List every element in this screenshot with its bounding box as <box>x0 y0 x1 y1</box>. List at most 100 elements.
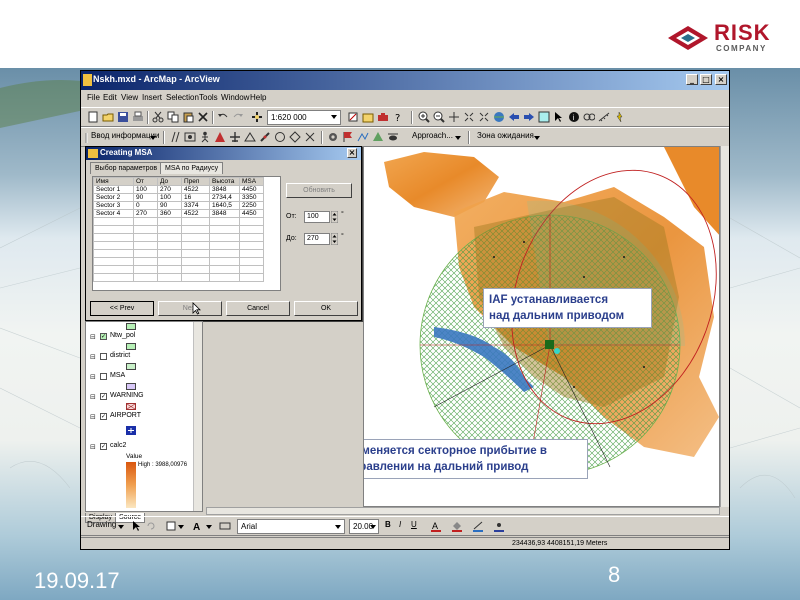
cut-icon[interactable] <box>152 111 164 123</box>
minimize-button[interactable]: _ <box>686 74 698 85</box>
maximize-button[interactable]: □ <box>700 74 712 85</box>
toc-layer-ntw-pol[interactable]: ⊟ ✓ Ntw_pol <box>86 332 198 342</box>
table-row[interactable]: Sector 2 90 100 16 2734,4 3350 <box>93 193 264 202</box>
chevron-down-icon[interactable] <box>177 523 185 531</box>
map-vertical-scrollbar[interactable] <box>720 146 729 507</box>
route-tool-icon[interactable] <box>357 131 369 143</box>
redo-icon[interactable] <box>232 111 244 123</box>
collapse-icon[interactable]: ⊟ <box>90 353 96 361</box>
approach-menu[interactable]: Approach... <box>412 131 453 140</box>
column-header-msa[interactable]: MSA <box>239 177 264 186</box>
column-header-obstacle[interactable]: Преп <box>181 177 210 186</box>
column-header-name[interactable]: Имя <box>93 177 134 186</box>
runway-tool-icon[interactable] <box>259 131 271 143</box>
select-elements-icon[interactable] <box>131 520 143 532</box>
paste-icon[interactable] <box>182 111 194 123</box>
toc-layer-district[interactable]: ⊟ district <box>86 352 198 362</box>
menu-window[interactable]: Window <box>221 93 249 102</box>
flag-tool-icon[interactable] <box>342 131 354 143</box>
rotate-icon[interactable] <box>145 520 157 532</box>
delete-icon[interactable] <box>197 111 209 123</box>
chevron-down-icon[interactable] <box>117 523 125 531</box>
back-extent-icon[interactable] <box>508 111 520 123</box>
open-icon[interactable] <box>102 111 114 123</box>
chevron-down-icon[interactable] <box>454 134 462 142</box>
table-row[interactable]: Sector 1 100 270 4522 3848 4450 <box>93 185 264 194</box>
forward-extent-icon[interactable] <box>523 111 535 123</box>
column-header-to[interactable]: До <box>157 177 182 186</box>
layer-checkbox[interactable]: ✓ <box>100 393 107 400</box>
tab-msa-by-radius[interactable]: MSA по Радиусу <box>160 162 224 174</box>
full-extent-icon[interactable] <box>493 111 505 123</box>
fill-color-icon[interactable] <box>451 520 463 532</box>
prev-button[interactable]: << Prev <box>90 301 154 316</box>
helicopter-tool-icon[interactable] <box>387 131 399 143</box>
collapse-icon[interactable]: ⊟ <box>90 373 96 381</box>
chevron-down-icon[interactable] <box>334 523 342 531</box>
toc-layer-airport[interactable]: ⊟ ✓ AIRPORT <box>86 412 198 422</box>
dialog-close-button[interactable]: × <box>347 148 357 158</box>
copy-icon[interactable] <box>167 111 179 123</box>
line-tool-icon[interactable] <box>169 131 181 143</box>
waypoint-tool-icon[interactable] <box>372 131 384 143</box>
collapse-icon[interactable]: ⊟ <box>90 333 96 341</box>
layer-checkbox[interactable]: ✓ <box>100 443 107 450</box>
arccatalog-icon[interactable] <box>362 111 374 123</box>
marker-color-icon[interactable] <box>493 520 505 532</box>
undo-icon[interactable] <box>217 111 229 123</box>
save-icon[interactable] <box>117 111 129 123</box>
collapse-icon[interactable]: ⊟ <box>90 393 96 401</box>
menu-tools[interactable]: Tools <box>199 93 218 102</box>
close-button[interactable]: × <box>715 74 727 85</box>
layer-checkbox[interactable]: ✓ <box>100 333 107 340</box>
scissors-tool-icon[interactable] <box>304 131 316 143</box>
column-header-from[interactable]: От <box>133 177 158 186</box>
line-color-icon[interactable] <box>472 520 484 532</box>
find-icon[interactable] <box>583 111 595 123</box>
fixed-zoom-out-icon[interactable] <box>478 111 490 123</box>
update-button[interactable]: Обновить <box>286 183 352 198</box>
chevron-down-icon[interactable] <box>205 523 213 531</box>
underline-button[interactable]: U <box>411 520 417 529</box>
menu-view[interactable]: View <box>121 93 138 102</box>
edit-vertices-icon[interactable] <box>219 520 231 532</box>
pan-icon[interactable] <box>448 111 460 123</box>
collapse-icon[interactable]: ⊟ <box>90 443 96 451</box>
arrow-pointer-icon[interactable] <box>553 111 565 123</box>
layer-checkbox[interactable] <box>100 353 107 360</box>
editor-toolbar-icon[interactable] <box>347 111 359 123</box>
map-horizontal-scrollbar[interactable] <box>206 507 720 515</box>
diamond-tool-icon[interactable] <box>289 131 301 143</box>
menu-selection[interactable]: Selection <box>166 93 199 102</box>
menu-edit[interactable]: Edit <box>103 93 117 102</box>
add-data-icon[interactable] <box>251 111 263 123</box>
fixed-zoom-in-icon[interactable] <box>463 111 475 123</box>
collapse-icon[interactable]: ⊟ <box>90 413 96 421</box>
ok-button[interactable]: OK <box>294 301 358 316</box>
layer-checkbox[interactable] <box>100 373 107 380</box>
toc-layer-msa[interactable]: ⊟ MSA <box>86 372 198 382</box>
zoom-in-icon[interactable] <box>418 111 430 123</box>
menu-help[interactable]: Help <box>250 93 266 102</box>
person-tool-icon[interactable] <box>199 131 211 143</box>
column-header-height[interactable]: Высота <box>209 177 240 186</box>
menu-insert[interactable]: Insert <box>142 93 162 102</box>
rectangle-icon[interactable] <box>165 520 177 532</box>
identify-icon[interactable]: i <box>568 111 580 123</box>
chevron-down-icon[interactable] <box>149 134 157 142</box>
to-angle-field[interactable]: 270 <box>304 233 330 245</box>
from-spinner-icon[interactable] <box>331 211 338 223</box>
whats-this-icon[interactable]: ? <box>392 111 404 123</box>
map-view[interactable]: IAF устанавливается над дальним приводом… <box>363 146 720 507</box>
font-name-combo[interactable]: Arial <box>237 519 345 534</box>
measure-icon[interactable] <box>598 111 610 123</box>
zoom-out-icon[interactable] <box>433 111 445 123</box>
aircraft-tool-icon[interactable] <box>229 131 241 143</box>
new-document-icon[interactable] <box>87 111 99 123</box>
print-icon[interactable] <box>132 111 144 123</box>
gear-icon[interactable] <box>327 131 339 143</box>
drawing-menu[interactable]: Drawing <box>87 520 116 529</box>
holding-zone-menu[interactable]: Зона ожидания <box>477 131 534 140</box>
table-row[interactable]: Sector 3 0 90 3374 1640,5 2250 <box>93 201 264 210</box>
triangle-tool-icon[interactable] <box>244 131 256 143</box>
